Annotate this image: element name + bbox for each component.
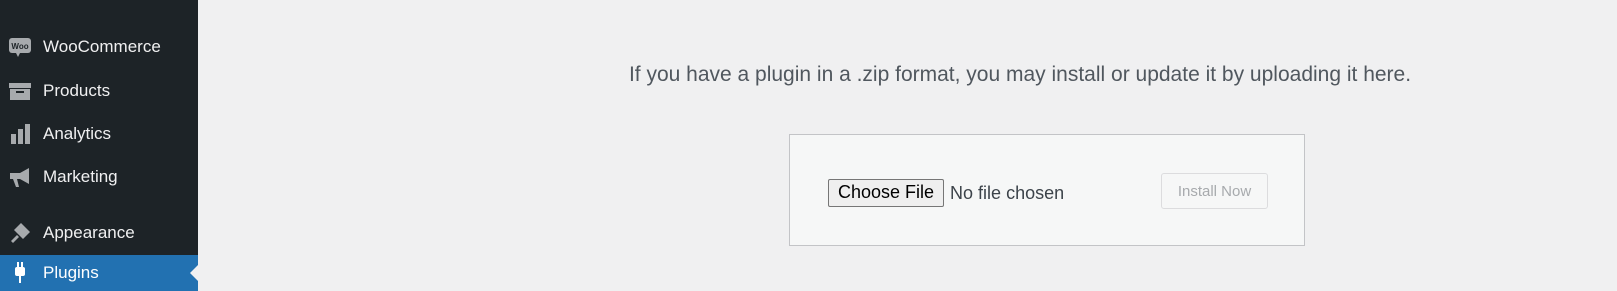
- sidebar-item-marketing[interactable]: Marketing: [0, 159, 198, 195]
- admin-sidebar: Woo WooCommerce Products Analytics Marke…: [0, 0, 198, 291]
- file-status-text: No file chosen: [950, 182, 1065, 203]
- sidebar-item-woocommerce[interactable]: Woo WooCommerce: [0, 29, 198, 65]
- sidebar-item-label: Plugins: [43, 263, 99, 282]
- sidebar-item-plugins[interactable]: Plugins: [0, 255, 198, 291]
- woo-icon: Woo: [7, 34, 33, 60]
- sidebar-item-products[interactable]: Products: [0, 73, 198, 109]
- archive-icon: [7, 78, 33, 104]
- file-input: Choose File No file chosen: [828, 179, 1064, 207]
- sidebar-item-label: Marketing: [43, 167, 118, 186]
- bar-chart-icon: [7, 121, 33, 147]
- install-now-button[interactable]: Install Now: [1161, 173, 1268, 209]
- sidebar-item-label: Products: [43, 81, 111, 100]
- plugin-upload-form: Choose File No file chosen Install Now: [789, 134, 1305, 246]
- sidebar-item-label: Analytics: [43, 124, 112, 143]
- choose-file-button[interactable]: Choose File: [828, 179, 945, 207]
- sidebar-item-label: Appearance: [43, 223, 135, 242]
- sidebar-item-analytics[interactable]: Analytics: [0, 116, 198, 152]
- svg-text:Woo: Woo: [11, 42, 28, 51]
- sidebar-item-label: WooCommerce: [43, 37, 161, 56]
- main-content: If you have a plugin in a .zip format, y…: [198, 0, 1617, 277]
- upload-instructions: If you have a plugin in a .zip format, y…: [628, 63, 1412, 86]
- megaphone-icon: [7, 164, 33, 190]
- paintbrush-icon: [7, 220, 33, 246]
- plug-icon: [7, 260, 33, 286]
- sidebar-item-appearance[interactable]: Appearance: [0, 215, 198, 251]
